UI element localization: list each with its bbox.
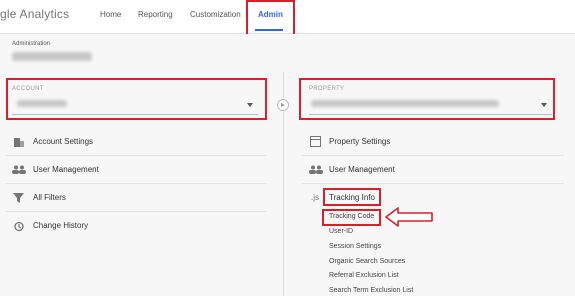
separator — [5, 211, 267, 212]
search-term-exclusion-list-link[interactable]: Search Term Exclusion List — [329, 287, 413, 294]
property-dropdown-underline — [309, 114, 552, 115]
right-arrow-icon — [277, 99, 289, 111]
history-icon — [14, 221, 24, 232]
session-settings-link[interactable]: Session Settings — [329, 243, 381, 250]
referral-exclusion-list-link[interactable]: Referral Exclusion List — [329, 272, 399, 279]
separator — [302, 183, 564, 184]
separator — [302, 155, 564, 156]
separator — [5, 155, 267, 156]
app-brand: gle Analytics — [0, 7, 70, 21]
account-label: ACCOUNT — [12, 86, 44, 92]
organic-search-sources-link[interactable]: Organic Search Sources — [329, 258, 405, 265]
account-dropdown-underline — [12, 114, 258, 115]
building-icon — [14, 138, 24, 147]
annotation-arrow-icon — [385, 207, 433, 227]
redacted-account-name — [12, 52, 92, 61]
property-settings-link[interactable]: Property Settings — [329, 137, 390, 146]
users-icon — [309, 165, 323, 174]
property-dropdown-caret-icon[interactable] — [541, 103, 547, 107]
account-user-management-link[interactable]: User Management — [33, 165, 99, 174]
property-settings-icon — [310, 136, 321, 147]
change-history-link[interactable]: Change History — [33, 221, 88, 230]
filter-icon — [13, 193, 24, 203]
account-dropdown-caret-icon[interactable] — [247, 103, 253, 107]
nav-reporting[interactable]: Reporting — [138, 10, 173, 19]
account-settings-link[interactable]: Account Settings — [33, 137, 93, 146]
property-label: PROPERTY — [309, 86, 345, 92]
separator — [5, 183, 267, 184]
tracking-code-link[interactable]: Tracking Code — [329, 213, 374, 220]
admin-tab-highlight — [246, 0, 295, 36]
property-dropdown-value[interactable] — [311, 100, 499, 107]
user-id-link[interactable]: User-ID — [329, 228, 353, 235]
nav-home[interactable]: Home — [100, 10, 121, 19]
admin-heading: Administration — [12, 41, 51, 47]
js-icon: .js — [311, 193, 319, 202]
tracking-info-link[interactable]: Tracking Info — [329, 193, 375, 202]
account-dropdown-value[interactable] — [17, 100, 67, 107]
nav-customization[interactable]: Customization — [190, 10, 241, 19]
all-filters-link[interactable]: All Filters — [33, 193, 66, 202]
users-icon — [12, 165, 26, 174]
property-user-management-link[interactable]: User Management — [329, 165, 395, 174]
